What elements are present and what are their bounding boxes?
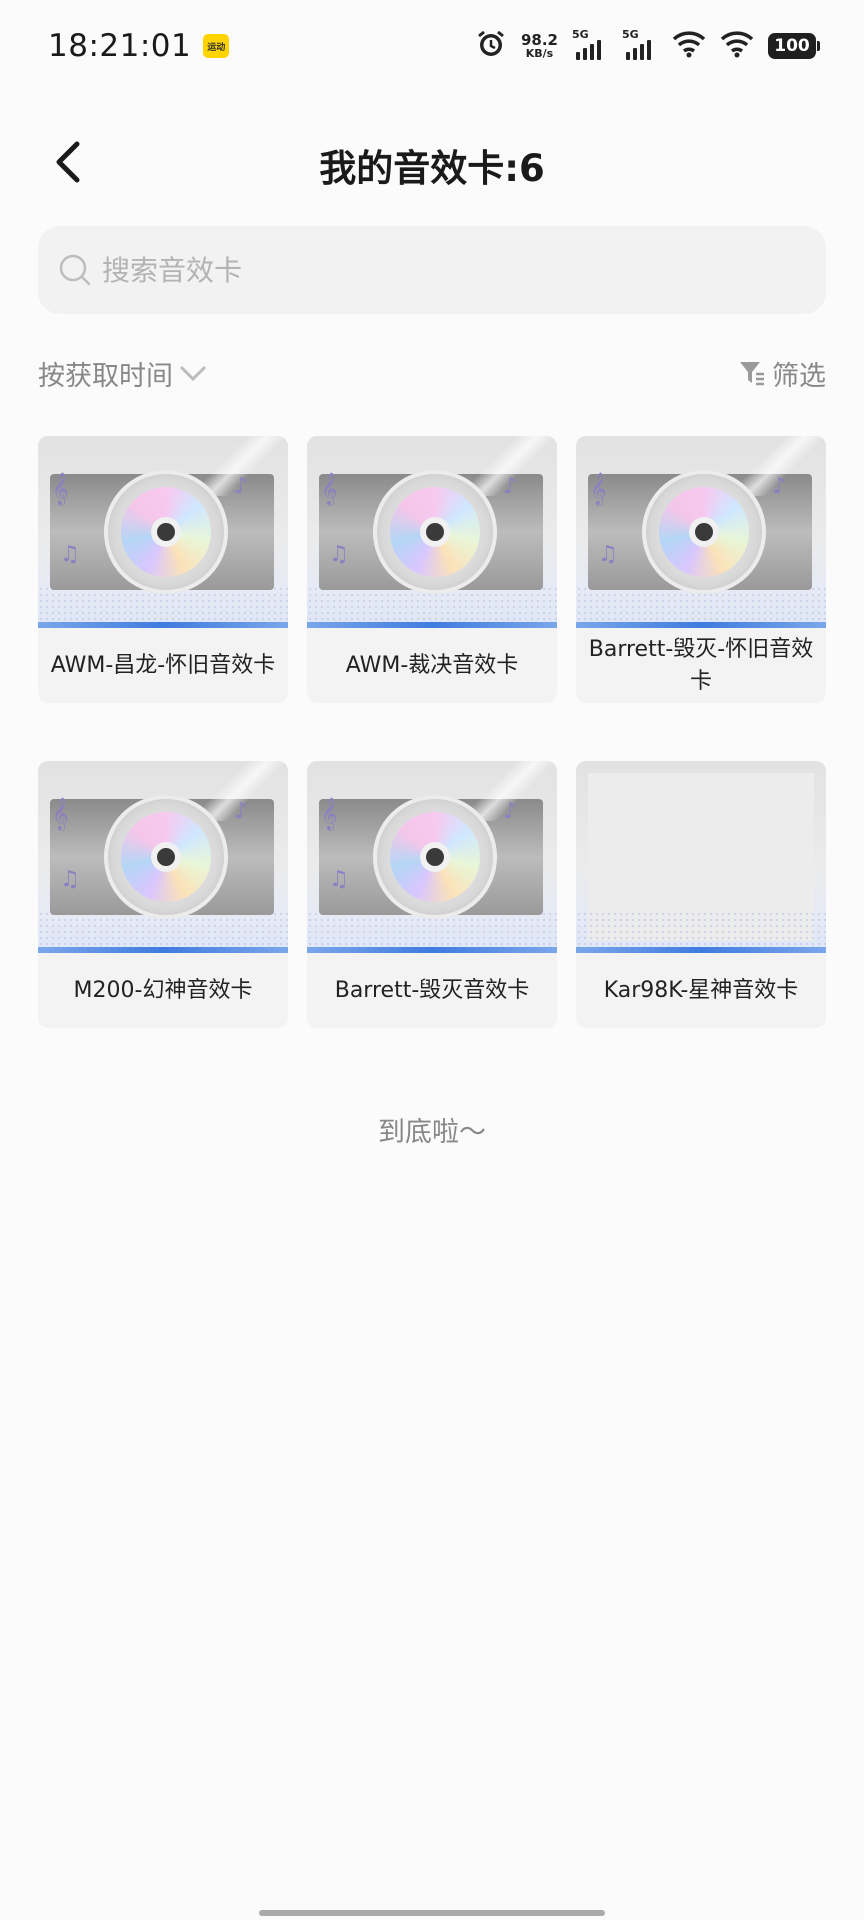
sound-card[interactable]: 𝄞 ♫ ♪ AWM-裁决音效卡 xyxy=(307,436,557,703)
sound-card-name: Barrett-毁灭音效卡 xyxy=(334,977,530,1003)
cd-disc-artwork: 𝄞 ♫ ♪ xyxy=(576,436,826,628)
music-note-icon: ♪ xyxy=(503,474,518,499)
sound-card[interactable]: 𝄞 ♫ ♪ Barrett-毁灭-怀旧音效卡 xyxy=(576,436,826,703)
sound-card-name: Kar98K-星神音效卡 xyxy=(603,977,799,1003)
music-note-icon: 𝄞 xyxy=(52,797,69,830)
music-note-icon: ♫ xyxy=(598,542,618,567)
sort-label: 按获取时间 xyxy=(38,360,173,392)
music-note-icon: ♪ xyxy=(503,799,518,824)
end-of-list-text: 到底啦～ xyxy=(378,1117,486,1148)
search-icon xyxy=(59,254,91,286)
sound-card[interactable]: Kar98K-星神音效卡 xyxy=(576,761,826,1028)
music-note-icon: ♪ xyxy=(234,474,249,499)
music-note-icon: ♫ xyxy=(329,867,349,892)
net-speed: 98.2 KB/s xyxy=(520,31,558,60)
music-note-icon: ♪ xyxy=(234,799,249,824)
page-title: 我的音效卡:6 xyxy=(319,147,545,190)
search-bar[interactable] xyxy=(38,226,826,314)
sound-card-name: AWM-昌龙-怀旧音效卡 xyxy=(50,652,276,678)
cd-disc-artwork: 𝄞 ♫ ♪ xyxy=(307,436,557,628)
sound-card[interactable]: 𝄞 ♫ ♪ M200-幻神音效卡 xyxy=(38,761,288,1028)
status-bar: 18:21:01 运动 98.2 KB/s 5G 5G 100 xyxy=(0,0,864,92)
wifi-icon-2 xyxy=(720,30,754,62)
filter-row: 按获取时间 筛选 xyxy=(38,350,826,396)
sort-dropdown[interactable]: 按获取时间 xyxy=(38,354,207,393)
filter-button[interactable]: 筛选 xyxy=(738,354,826,393)
filter-label: 筛选 xyxy=(772,360,826,392)
chevron-down-icon xyxy=(180,366,206,382)
status-time: 18:21:01 xyxy=(48,28,192,64)
sound-card[interactable]: 𝄞 ♫ ♪ AWM-昌龙-怀旧音效卡 xyxy=(38,436,288,703)
card-artwork-placeholder xyxy=(576,761,826,953)
music-note-icon: 𝄞 xyxy=(52,472,69,505)
battery-icon: 100 xyxy=(768,33,820,59)
sound-card[interactable]: 𝄞 ♫ ♪ Barrett-毁灭音效卡 xyxy=(307,761,557,1028)
nav-bar: 我的音效卡:6 xyxy=(0,120,864,204)
search-input[interactable] xyxy=(102,253,782,287)
sport-badge: 运动 xyxy=(203,34,230,58)
cd-disc-artwork: 𝄞 ♫ ♪ xyxy=(307,761,557,953)
status-icons: 98.2 KB/s 5G 5G 100 xyxy=(475,28,820,64)
home-indicator[interactable] xyxy=(259,1910,605,1916)
music-note-icon: ♫ xyxy=(60,867,80,892)
sound-card-grid: 𝄞 ♫ ♪ AWM-昌龙-怀旧音效卡 𝄞 ♫ ♪ AWM-裁决音效卡 𝄞 ♫ ♪ Barrett-毁灭… xyxy=(38,436,826,1028)
alarm-icon xyxy=(475,28,507,64)
music-note-icon: 𝄞 xyxy=(321,472,338,505)
cd-disc-artwork: 𝄞 ♫ ♪ xyxy=(38,436,288,628)
sim2-signal-icon: 5G xyxy=(622,28,658,62)
music-note-icon: ♫ xyxy=(60,542,80,567)
sound-card-name: AWM-裁决音效卡 xyxy=(345,652,519,678)
music-note-icon: ♫ xyxy=(329,542,349,567)
filter-icon xyxy=(740,362,764,386)
music-note-icon: 𝄞 xyxy=(321,797,338,830)
music-note-icon: ♪ xyxy=(772,474,787,499)
sound-card-name: M200-幻神音效卡 xyxy=(73,977,253,1003)
wifi-icon xyxy=(672,30,706,62)
sound-card-name: Barrett-毁灭-怀旧音效卡 xyxy=(588,636,814,694)
sim1-signal-icon: 5G xyxy=(572,28,608,62)
cd-disc-artwork: 𝄞 ♫ ♪ xyxy=(38,761,288,953)
music-note-icon: 𝄞 xyxy=(590,472,607,505)
